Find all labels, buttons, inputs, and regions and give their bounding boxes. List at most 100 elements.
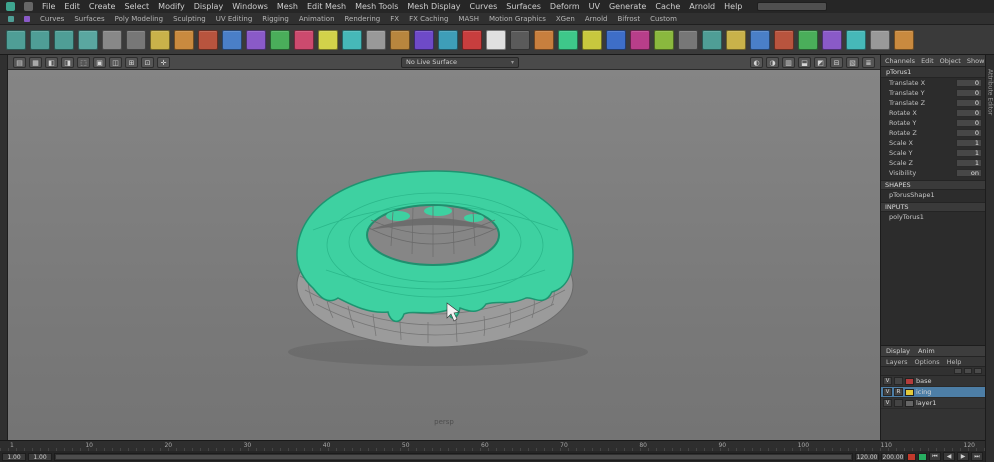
layer-mode-toggle[interactable] xyxy=(894,377,903,385)
shelf-tool-icon[interactable] xyxy=(414,29,434,50)
viewport-display-icon[interactable]: ⬓ xyxy=(798,56,811,68)
shelf-tool-icon[interactable] xyxy=(318,29,338,50)
channel-row[interactable]: Rotate Y 0 xyxy=(881,118,985,128)
channel-value[interactable]: 0 xyxy=(956,129,982,137)
shelf-tab[interactable]: Rendering xyxy=(345,15,381,23)
channel-value[interactable]: 1 xyxy=(956,139,982,147)
layer-editor-tab[interactable]: Display xyxy=(886,347,910,355)
shelf-tab[interactable]: XGen xyxy=(556,15,575,23)
shelf-tool-icon[interactable] xyxy=(822,29,842,50)
shelf-tool-icon[interactable] xyxy=(798,29,818,50)
shelf-tab[interactable]: Surfaces xyxy=(74,15,104,23)
channel-value[interactable]: 0 xyxy=(956,119,982,127)
shelf-tab[interactable]: Motion Graphics xyxy=(489,15,546,23)
shelf-tool-icon[interactable] xyxy=(606,29,626,50)
menu-item[interactable]: Windows xyxy=(232,2,268,11)
layer-visibility-toggle[interactable]: V xyxy=(883,377,892,385)
shelf-tool-icon[interactable] xyxy=(462,29,482,50)
layer-color-swatch[interactable] xyxy=(905,388,914,396)
live-surface-dropdown[interactable]: No Live Surface ▾ xyxy=(401,56,519,68)
quick-selection-field[interactable] xyxy=(757,2,828,11)
shelf-tab[interactable]: Bifrost xyxy=(617,15,640,23)
layer-mode-toggle[interactable] xyxy=(894,399,903,407)
layer-visibility-toggle[interactable]: V xyxy=(883,399,892,407)
menu-item[interactable]: Help xyxy=(724,2,742,11)
shelf-tool-icon[interactable] xyxy=(534,29,554,50)
shelf-tool-icon[interactable] xyxy=(390,29,410,50)
channel-box-menu-item[interactable]: Object xyxy=(940,57,961,65)
shelf-tool-icon[interactable] xyxy=(510,29,530,50)
layer-row[interactable]: V base xyxy=(881,376,986,387)
menu-item[interactable]: Edit Mesh xyxy=(307,2,346,11)
menu-item[interactable]: Deform xyxy=(550,2,580,11)
shelf-tool-icon[interactable] xyxy=(102,29,122,50)
channel-row[interactable]: Translate X 0 xyxy=(881,78,985,88)
shelf-tab[interactable]: FX xyxy=(390,15,399,23)
move-layer-button[interactable] xyxy=(974,368,982,374)
menu-item[interactable]: Mesh Tools xyxy=(355,2,398,11)
shelf-tool-icon[interactable] xyxy=(342,29,362,50)
shelf-tool-icon[interactable] xyxy=(726,29,746,50)
selected-object-name[interactable]: pTorus1 xyxy=(881,67,985,78)
range-slider-bar[interactable] xyxy=(56,454,851,459)
menu-item[interactable]: File xyxy=(42,2,55,11)
layer-color-swatch[interactable] xyxy=(905,377,914,385)
shelf-tool-icon[interactable] xyxy=(6,29,26,50)
layer-visibility-toggle[interactable]: V xyxy=(883,388,892,396)
viewport-tool-icon[interactable]: ⊞ xyxy=(125,56,138,68)
viewport-display-icon[interactable]: ≣ xyxy=(862,56,875,68)
shelf-tool-icon[interactable] xyxy=(846,29,866,50)
layer-name[interactable]: layer1 xyxy=(916,399,936,407)
channel-box-menu-item[interactable]: Show xyxy=(967,57,985,65)
channel-row[interactable]: Translate Z 0 xyxy=(881,98,985,108)
auto-key-button[interactable] xyxy=(907,452,916,461)
menu-item[interactable]: Arnold xyxy=(689,2,715,11)
channel-value[interactable]: 0 xyxy=(956,79,982,87)
channel-row[interactable]: Scale Y 1 xyxy=(881,148,985,158)
perspective-viewport[interactable]: persp xyxy=(8,70,880,440)
shape-node-name[interactable]: pTorusShape1 xyxy=(881,190,985,200)
shelf-tool-icon[interactable] xyxy=(222,29,242,50)
shelf-tool-icon[interactable] xyxy=(894,29,914,50)
menu-item[interactable]: UV xyxy=(589,2,600,11)
donut-model[interactable] xyxy=(8,70,880,440)
shelf-tool-icon[interactable] xyxy=(150,29,170,50)
layer-row[interactable]: V R icing xyxy=(881,387,986,398)
attribute-editor-vertical-tab[interactable]: Attribute Editor xyxy=(987,69,994,115)
range-slider-track[interactable] xyxy=(54,452,853,461)
inputs-section-header[interactable]: INPUTS xyxy=(881,202,985,212)
viewport-tool-icon[interactable]: ◫ xyxy=(109,56,122,68)
layer-editor-tab[interactable]: Anim xyxy=(918,347,935,355)
time-slider[interactable]: 1 10 20 30 40 50 60 70 80 90 100 110 120 xyxy=(0,440,985,451)
menu-item[interactable]: Mesh xyxy=(277,2,298,11)
menu-item[interactable]: Generate xyxy=(609,2,646,11)
shelf-tab[interactable]: UV Editing xyxy=(216,15,253,23)
channel-value[interactable]: 0 xyxy=(956,89,982,97)
channel-box-menu-item[interactable]: Edit xyxy=(921,57,934,65)
menu-item[interactable]: Curves xyxy=(469,2,497,11)
shelf-tool-icon[interactable] xyxy=(702,29,722,50)
viewport-display-icon[interactable]: ◩ xyxy=(814,56,827,68)
new-layer-from-selected-button[interactable] xyxy=(964,368,972,374)
viewport-display-icon[interactable]: ◐ xyxy=(750,56,763,68)
shelf-tool-icon[interactable] xyxy=(126,29,146,50)
shelf-tool-icon[interactable] xyxy=(486,29,506,50)
shelf-tool-icon[interactable] xyxy=(630,29,650,50)
viewport-display-icon[interactable]: ▧ xyxy=(846,56,859,68)
anim-start-field[interactable]: 1.00 xyxy=(28,452,52,461)
viewport-display-icon[interactable]: ◑ xyxy=(766,56,779,68)
menu-item[interactable]: Cache xyxy=(655,2,680,11)
toolbox-strip[interactable] xyxy=(0,55,8,440)
playback-button[interactable]: ⏮ xyxy=(929,452,941,461)
viewport-display-icon[interactable]: ▥ xyxy=(782,56,795,68)
shelf-tool-icon[interactable] xyxy=(174,29,194,50)
layer-name[interactable]: icing xyxy=(916,388,931,396)
channel-row[interactable]: Visibility on xyxy=(881,168,985,178)
shelf-tool-icon[interactable] xyxy=(774,29,794,50)
layer-row[interactable]: V layer1 xyxy=(881,398,986,409)
shelf-options-icon[interactable] xyxy=(24,15,30,22)
viewport-tool-icon[interactable]: ▣ xyxy=(93,56,106,68)
menu-item[interactable]: Edit xyxy=(64,2,80,11)
channel-value[interactable]: on xyxy=(956,169,982,177)
shelf-tool-icon[interactable] xyxy=(54,29,74,50)
